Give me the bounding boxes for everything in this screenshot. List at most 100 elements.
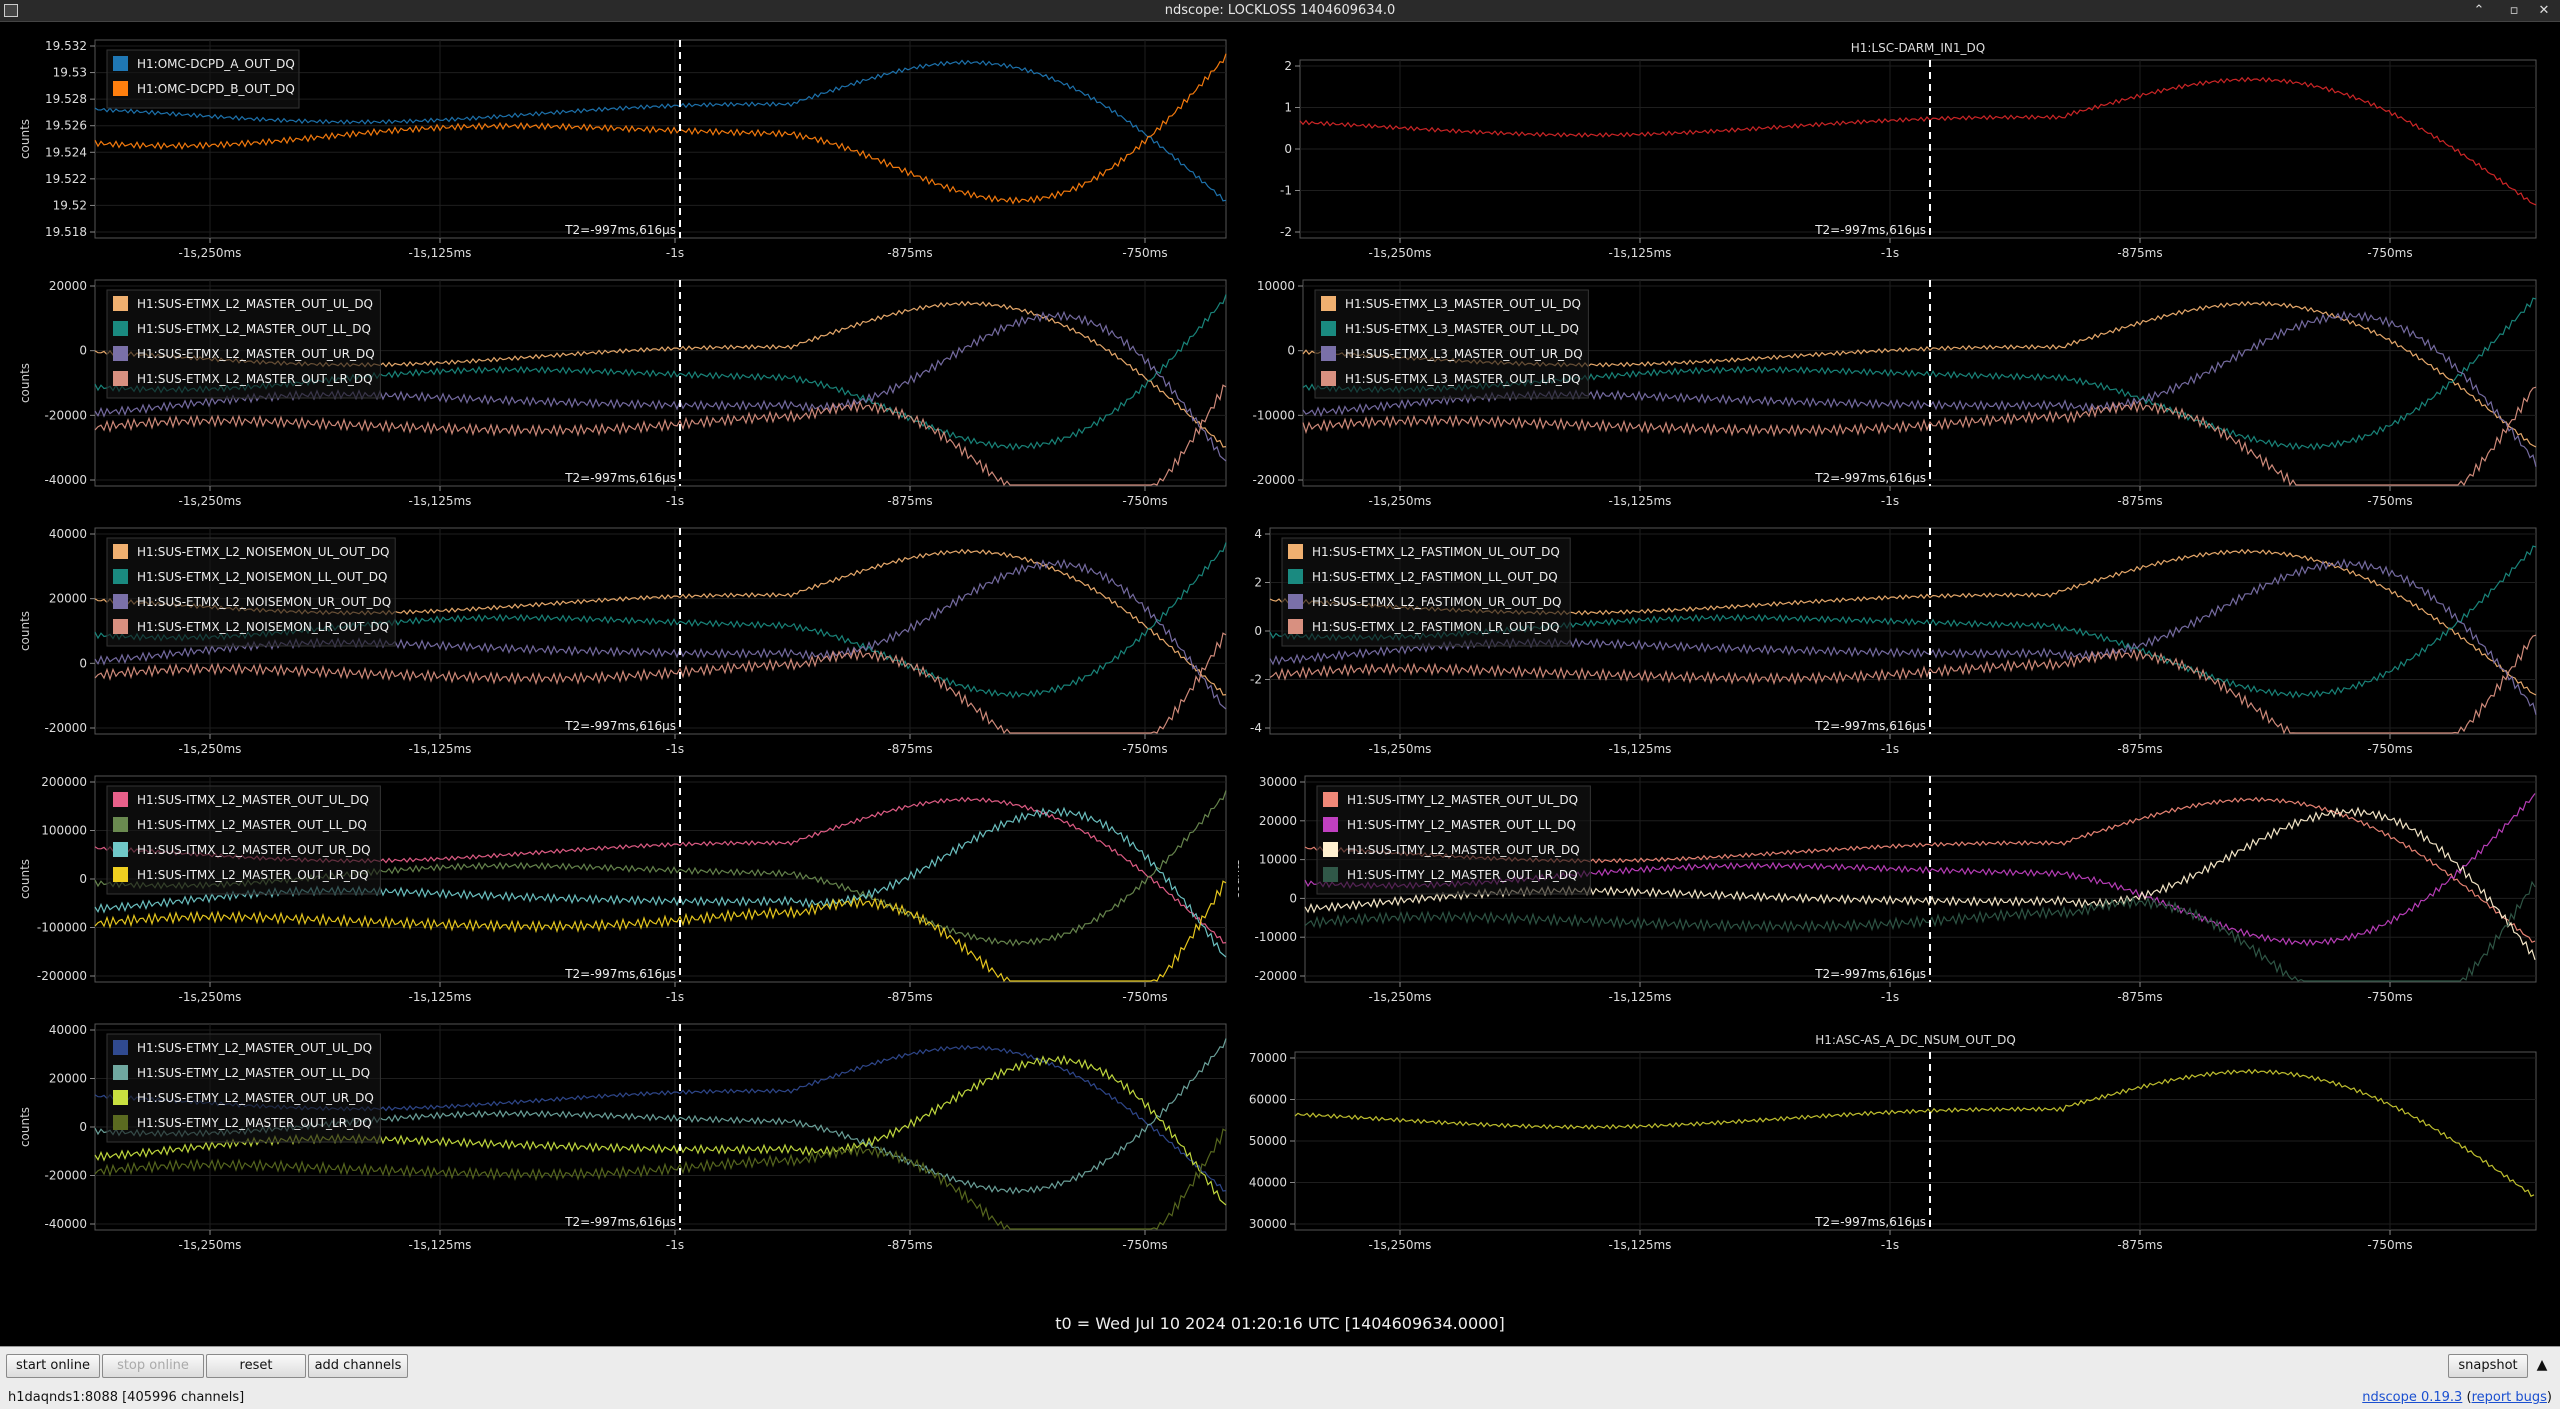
- x-tick-label: -1s,250ms: [179, 494, 242, 508]
- y-tick-label: 19.522: [45, 172, 87, 186]
- x-tick-label: -750ms: [1122, 742, 1167, 756]
- x-tick-label: -1s,125ms: [1609, 742, 1672, 756]
- add-channels-button[interactable]: add channels: [308, 1354, 408, 1378]
- x-tick-label: -875ms: [887, 990, 932, 1004]
- plot-panel[interactable]: counts 19.532 19.53 19.528 19.526 19.524 19.52…: [0, 22, 1238, 270]
- legend-swatch: [113, 594, 128, 609]
- x-tick-label: -1s: [666, 494, 684, 508]
- x-tick-label: -750ms: [2367, 1238, 2412, 1252]
- legend-swatch: [1321, 321, 1336, 336]
- x-tick-label: -1s,125ms: [409, 246, 472, 260]
- legend-swatch: [1321, 296, 1336, 311]
- legend-label: H1:SUS-ETMX_L3_MASTER_OUT_LR_DQ: [1345, 372, 1581, 386]
- x-tick-label: -750ms: [2367, 246, 2412, 260]
- plot-panel[interactable]: counts 200000 100000 0 -100000 -200000 -1s,250…: [0, 766, 1238, 1014]
- x-tick-label: -875ms: [887, 494, 932, 508]
- x-tick-label: -750ms: [1122, 1238, 1167, 1252]
- x-tick-label: -750ms: [2367, 990, 2412, 1004]
- expand-panel-icon[interactable]: ▲: [2530, 1354, 2554, 1378]
- version-link[interactable]: ndscope 0.19.3: [2362, 1390, 2462, 1405]
- legend-swatch: [1321, 346, 1336, 361]
- legend-swatch: [113, 296, 128, 311]
- reset-button[interactable]: reset: [206, 1354, 306, 1378]
- legend-swatch: [1323, 817, 1338, 832]
- y-tick-label: 2: [1284, 59, 1292, 73]
- y-tick-label: 50000: [1249, 1134, 1287, 1148]
- legend-swatch: [113, 619, 128, 634]
- y-tick-label: -200000: [37, 969, 87, 983]
- version-info: ndscope 0.19.3 (report bugs): [2362, 1390, 2552, 1405]
- window-collapse-button[interactable]: ⌃: [2470, 2, 2488, 20]
- plot-canvas[interactable]: H1:ASC-AS_A_DC_NSUM_OUT_DQcounts70000600…: [1218, 1014, 2560, 1262]
- y-tick-label: 19.532: [45, 39, 87, 53]
- plot-canvas[interactable]: counts 200000 100000 0 -100000 -200000 -1s,250…: [0, 766, 1238, 1014]
- x-tick-label: -1s,125ms: [409, 990, 472, 1004]
- report-bugs-link[interactable]: report bugs: [2472, 1390, 2547, 1405]
- x-tick-label: -750ms: [1122, 494, 1167, 508]
- legend-label: H1:SUS-ETMX_L3_MASTER_OUT_UL_DQ: [1345, 297, 1581, 311]
- plot-canvas[interactable]: counts 19.532 19.53 19.528 19.526 19.524 19.52…: [0, 22, 1238, 270]
- plot-panel[interactable]: counts 40000 20000 0 -20000 -1s,250ms -1s,125m…: [0, 518, 1238, 766]
- y-axis-label: counts: [18, 363, 32, 403]
- plot-panel[interactable]: counts 20000 0 -20000 -40000 -1s,250ms -1s,125…: [0, 270, 1238, 518]
- x-tick-label: -875ms: [2117, 742, 2162, 756]
- y-axis-label: counts: [18, 611, 32, 651]
- y-tick-label: 20000: [49, 1072, 87, 1086]
- plot-canvas[interactable]: counts 10000 0 -10000 -20000 -1s,250ms -1s,125…: [1226, 270, 2560, 518]
- y-tick-label: 40000: [49, 1023, 87, 1037]
- x-tick-label: -1s,250ms: [1369, 494, 1432, 508]
- plot-canvas[interactable]: counts 40000 20000 0 -20000 -40000 -1s,250ms -1…: [0, 1014, 1238, 1262]
- start-online-button[interactable]: start online: [6, 1354, 100, 1378]
- cursor-label: T2=-997ms,616µs: [564, 967, 676, 981]
- y-tick-label: -20000: [44, 721, 87, 735]
- plot-canvas[interactable]: counts420-2-4-1s,250ms-1s,125ms-1s-875ms…: [1193, 518, 2560, 766]
- cursor-label: T2=-997ms,616µs: [1814, 719, 1926, 733]
- plot-panel[interactable]: counts 40000 20000 0 -20000 -40000 -1s,250ms -1…: [0, 1014, 1238, 1262]
- y-tick-label: 20000: [1259, 814, 1297, 828]
- legend-swatch: [1288, 569, 1303, 584]
- plot-panel[interactable]: H1:LSC-DARM_IN1_DQcounts (x1e-09)210-1-2…: [1223, 22, 2560, 270]
- plot-canvas[interactable]: H1:LSC-DARM_IN1_DQcounts (x1e-09)210-1-2…: [1223, 22, 2560, 270]
- x-tick-label: -750ms: [1122, 246, 1167, 260]
- window-maximize-button[interactable]: ▫: [2505, 2, 2523, 20]
- x-tick-label: -1s: [1881, 990, 1899, 1004]
- y-tick-label: 70000: [1249, 1051, 1287, 1065]
- y-tick-label: -4: [1250, 721, 1262, 735]
- y-tick-label: -20000: [44, 408, 87, 422]
- y-tick-label: -10000: [1252, 408, 1295, 422]
- x-tick-label: -1s,250ms: [179, 990, 242, 1004]
- plot-canvas[interactable]: counts 20000 0 -20000 -40000 -1s,250ms -1s,125…: [0, 270, 1238, 518]
- plot-panel[interactable]: counts420-2-4-1s,250ms-1s,125ms-1s-875ms…: [1193, 518, 2560, 766]
- y-tick-label: -2: [1250, 673, 1262, 687]
- snapshot-button[interactable]: snapshot: [2448, 1354, 2528, 1378]
- plot-canvas[interactable]: counts 40000 20000 0 -20000 -1s,250ms -1s,125m…: [0, 518, 1238, 766]
- legend-label: H1:SUS-ETMY_L2_MASTER_OUT_LL_DQ: [137, 1066, 370, 1080]
- cursor-label: T2=-997ms,616µs: [564, 1215, 676, 1229]
- x-tick-label: -875ms: [887, 742, 932, 756]
- control-bar: start online stop online reset add chann…: [0, 1346, 2560, 1386]
- legend-label: H1:SUS-ITMX_L2_MASTER_OUT_UR_DQ: [137, 843, 371, 857]
- plot-panel[interactable]: counts 30000 20000 10000 0 -10000 -20000 -1s,25…: [1228, 766, 2560, 1014]
- x-tick-label: -1s,125ms: [1609, 990, 1672, 1004]
- stop-online-button[interactable]: stop online: [102, 1354, 204, 1378]
- y-axis-label: counts: [18, 859, 32, 899]
- x-tick-label: -1s: [1881, 246, 1899, 260]
- legend-label: H1:SUS-ITMY_L2_MASTER_OUT_LL_DQ: [1347, 818, 1576, 832]
- plot-canvas[interactable]: counts 30000 20000 10000 0 -10000 -20000 -1s,25…: [1228, 766, 2560, 1014]
- legend-swatch: [113, 346, 128, 361]
- x-tick-label: -1s: [666, 742, 684, 756]
- y-tick-label: 0: [79, 656, 87, 670]
- plot-panel[interactable]: counts 10000 0 -10000 -20000 -1s,250ms -1s,125…: [1226, 270, 2560, 518]
- x-tick-label: -1s: [1881, 1238, 1899, 1252]
- window-close-button[interactable]: ✕: [2535, 2, 2553, 20]
- x-tick-label: -875ms: [2117, 990, 2162, 1004]
- y-tick-label: 1: [1284, 101, 1292, 115]
- plot-title: H1:ASC-AS_A_DC_NSUM_OUT_DQ: [1815, 1033, 2016, 1047]
- x-tick-label: -875ms: [2117, 246, 2162, 260]
- y-tick-label: 0: [1284, 142, 1292, 156]
- y-axis-label: counts: [18, 119, 32, 159]
- y-tick-label: 19.52: [53, 198, 87, 212]
- y-tick-label: 10000: [1257, 279, 1295, 293]
- plot-panel[interactable]: H1:ASC-AS_A_DC_NSUM_OUT_DQcounts70000600…: [1218, 1014, 2560, 1262]
- x-tick-label: -875ms: [2117, 1238, 2162, 1252]
